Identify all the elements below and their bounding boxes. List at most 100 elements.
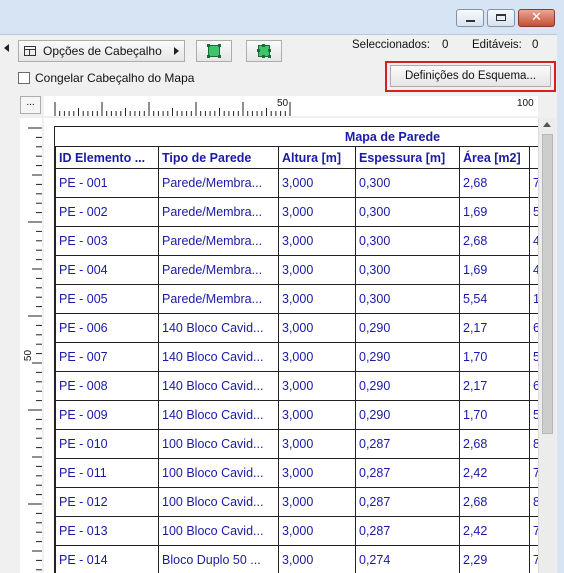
table-cell[interactable]: PE - 002 — [55, 197, 159, 227]
table-cell[interactable]: 0,300 — [355, 197, 460, 227]
table-cell[interactable]: 3,000 — [278, 197, 356, 227]
table-cell[interactable]: 0,300 — [355, 226, 460, 256]
table-row[interactable]: PE - 012 100 Bloco Cavid... 3,000 0,287 2,68… — [55, 487, 539, 517]
freeze-header-label[interactable]: Congelar Cabeçalho do Mapa — [35, 71, 194, 85]
table-row[interactable]: PE - 009 140 Bloco Cavid... 3,000 0,290 1,70… — [55, 400, 539, 430]
table-cell[interactable]: 0,300 — [355, 284, 460, 314]
table-cell[interactable]: 0,290 — [355, 342, 460, 372]
column-header-thickness[interactable]: Espessura [m] — [355, 146, 460, 169]
schema-settings-button[interactable]: Definições do Esquema... — [390, 65, 551, 87]
table-cell[interactable]: 100 Bloco Cavid... — [158, 458, 279, 488]
table-cell[interactable]: 0,287 — [355, 429, 460, 459]
table-row[interactable]: PE - 010 100 Bloco Cavid... 3,000 0,287 2,68… — [55, 429, 539, 459]
table-row[interactable]: PE - 006 140 Bloco Cavid... 3,000 0,290 2,17… — [55, 313, 539, 343]
select-all-button[interactable] — [246, 40, 282, 62]
table-cell[interactable]: Parede/Membra... — [158, 197, 279, 227]
table-cell[interactable]: Parede/Membra... — [158, 168, 279, 198]
table-cell[interactable]: 3,000 — [278, 313, 356, 343]
table-cell[interactable]: PE - 014 — [55, 545, 159, 573]
table-cell[interactable]: 3,000 — [278, 458, 356, 488]
table-cell[interactable]: PE - 011 — [55, 458, 159, 488]
table-cell[interactable]: PE - 008 — [55, 371, 159, 401]
table-cell[interactable]: 140 Bloco Cavid... — [158, 371, 279, 401]
table-cell[interactable]: 100 Bloco Cavid... — [158, 429, 279, 459]
table-cell[interactable]: 0,300 — [355, 168, 460, 198]
scroll-thumb[interactable] — [542, 134, 553, 434]
table-cell[interactable]: 3,000 — [278, 255, 356, 285]
table-cell[interactable]: PE - 005 — [55, 284, 159, 314]
table-cell[interactable]: 2,68 — [458, 168, 531, 198]
column-header-height[interactable]: Altura [m] — [278, 146, 356, 169]
table-cell[interactable]: 0,287 — [355, 458, 460, 488]
table-cell[interactable]: 2,68 — [458, 429, 531, 459]
table-cell[interactable]: PE - 003 — [55, 226, 159, 256]
table-row[interactable]: PE - 008 140 Bloco Cavid... 3,000 0,290 2,17… — [55, 371, 539, 401]
table-cell[interactable]: 0,300 — [355, 255, 460, 285]
table-cell[interactable]: PE - 010 — [55, 429, 159, 459]
table-cell[interactable]: 3,000 — [278, 371, 356, 401]
table-cell[interactable]: 0,287 — [355, 487, 460, 517]
table-cell[interactable]: 3,000 — [278, 284, 356, 314]
table-cell[interactable]: 0,290 — [355, 400, 460, 430]
table-cell[interactable]: 3,000 — [278, 545, 356, 573]
table-row[interactable]: PE - 003Parede/Membra...3,0000,3002,684 — [55, 226, 539, 256]
table-cell[interactable]: Bloco Duplo 50 ... — [158, 545, 279, 573]
table-row[interactable]: PE - 013 100 Bloco Cavid... 3,000 0,287 2,42… — [55, 516, 539, 546]
table-cell[interactable]: 3,000 — [278, 226, 356, 256]
table-cell[interactable]: 0,290 — [355, 313, 460, 343]
header-options-dropdown[interactable]: Opções de Cabeçalho — [18, 40, 185, 62]
table-cell[interactable]: 2,17 — [458, 371, 531, 401]
table-cell[interactable]: 0,274 — [355, 545, 460, 573]
maximize-button[interactable] — [487, 9, 515, 27]
table-cell[interactable]: 3,000 — [278, 429, 356, 459]
table-cell[interactable]: 2,17 — [458, 313, 531, 343]
table-cell[interactable]: 2,68 — [458, 226, 531, 256]
table-cell[interactable]: PE - 012 — [55, 487, 159, 517]
table-cell[interactable]: 2,42 — [458, 516, 531, 546]
table-cell[interactable]: PE - 006 — [55, 313, 159, 343]
table-cell[interactable]: 3,000 — [278, 168, 356, 198]
table-cell[interactable]: 5,54 — [458, 284, 531, 314]
table-cell[interactable]: 2,29 — [458, 545, 531, 573]
table-cell[interactable]: 3,000 — [278, 400, 356, 430]
table-cell[interactable]: PE - 013 — [55, 516, 159, 546]
table-cell[interactable]: Parede/Membra... — [158, 226, 279, 256]
minimize-button[interactable] — [456, 9, 484, 27]
table-row[interactable]: PE - 011 100 Bloco Cavid... 3,000 0,287 2,42… — [55, 458, 539, 488]
table-row[interactable]: PE - 014 Bloco Duplo 50 ... 3,000 0,274 2,29… — [55, 545, 539, 573]
table-cell[interactable]: 1,69 — [458, 197, 531, 227]
table-cell[interactable]: PE - 001 — [55, 168, 159, 198]
schedule-sheet[interactable]: Mapa de Parede ID Elemento ... Tipo de P… — [44, 118, 539, 573]
table-cell[interactable]: PE - 007 — [55, 342, 159, 372]
table-cell[interactable]: 2,42 — [458, 458, 531, 488]
column-header-id[interactable]: ID Elemento ... — [55, 146, 159, 169]
table-cell[interactable]: 140 Bloco Cavid... — [158, 400, 279, 430]
table-row[interactable]: PE - 007 140 Bloco Cavid... 3,000 0,290 1,70… — [55, 342, 539, 372]
table-cell[interactable]: 1,69 — [458, 255, 531, 285]
ruler-options-button[interactable]: ... — [20, 96, 41, 114]
scroll-up-icon[interactable] — [543, 122, 551, 127]
table-row[interactable]: PE - 002Parede/Membra...3,0000,3001,695 — [55, 197, 539, 227]
table-row[interactable]: PE - 004Parede/Membra...3,0000,3001,694 — [55, 255, 539, 285]
title-bar[interactable]: ✕ — [0, 0, 564, 35]
table-cell[interactable]: 1,70 — [458, 400, 531, 430]
vertical-scrollbar[interactable] — [538, 118, 556, 573]
table-row[interactable]: PE - 001Parede/Membra...3,0000,3002,687 — [55, 168, 539, 198]
table-cell[interactable]: 1,70 — [458, 342, 531, 372]
table-cell[interactable]: Parede/Membra... — [158, 284, 279, 314]
table-cell[interactable]: 140 Bloco Cavid... — [158, 342, 279, 372]
column-header-wall-type[interactable]: Tipo de Parede — [158, 146, 279, 169]
select-element-button[interactable] — [196, 40, 232, 62]
table-cell[interactable]: 0,287 — [355, 516, 460, 546]
collapse-left-icon[interactable] — [4, 44, 9, 52]
table-cell[interactable]: 140 Bloco Cavid... — [158, 313, 279, 343]
table-cell[interactable]: PE - 004 — [55, 255, 159, 285]
table-cell[interactable]: 2,68 — [458, 487, 531, 517]
table-cell[interactable]: 100 Bloco Cavid... — [158, 487, 279, 517]
table-cell[interactable]: 0,290 — [355, 371, 460, 401]
table-cell[interactable]: 3,000 — [278, 516, 356, 546]
freeze-header-checkbox[interactable] — [18, 72, 30, 84]
close-button[interactable]: ✕ — [518, 9, 555, 27]
table-cell[interactable]: PE - 009 — [55, 400, 159, 430]
column-header-area[interactable]: Área [m2] — [458, 146, 531, 169]
